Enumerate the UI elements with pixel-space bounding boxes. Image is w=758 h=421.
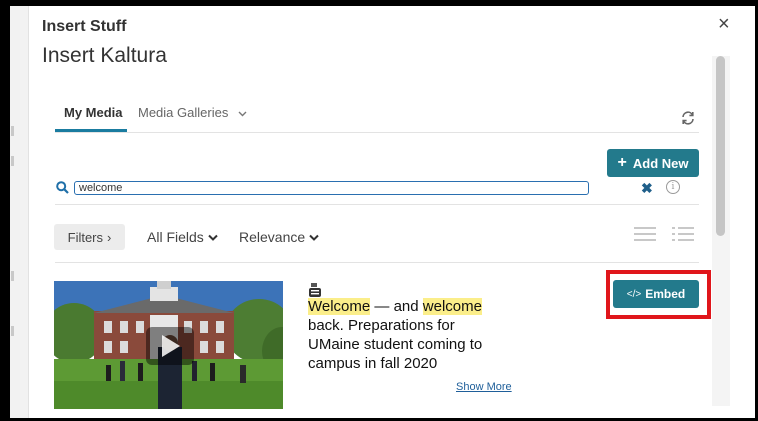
tabs-divider (55, 132, 699, 133)
filters-label: Filters (67, 229, 104, 245)
plus-icon: + (617, 154, 627, 171)
window-top-border (0, 0, 758, 6)
tab-media-galleries-label: Media Galleries (138, 105, 229, 120)
search-fields-label: All Fields (147, 229, 204, 245)
chevron-down-icon (238, 111, 247, 117)
clear-search-button[interactable]: ✖ (641, 180, 653, 197)
tab-my-media[interactable]: My Media (64, 105, 123, 120)
background-mark (11, 156, 14, 166)
youtube-icon (309, 283, 321, 297)
search-highlight: welcome (422, 298, 482, 315)
list-view-icon[interactable] (634, 227, 656, 241)
search-icon (56, 181, 69, 194)
close-button[interactable]: × (718, 14, 730, 34)
add-new-label: Add New (632, 155, 689, 171)
background-page-strip (10, 6, 29, 421)
window-left-border (0, 0, 10, 421)
filters-button[interactable]: Filters › (54, 224, 125, 250)
video-thumbnail[interactable] (54, 281, 283, 409)
code-icon: </> (626, 288, 642, 300)
search-input[interactable] (74, 181, 589, 195)
chevron-right-icon: › (107, 229, 112, 245)
scrollbar-track[interactable] (712, 56, 730, 406)
dialog-subtitle: Insert Kaltura (42, 44, 167, 67)
sort-label: Relevance (239, 229, 306, 245)
chevron-down-icon (309, 234, 319, 241)
search-divider (55, 204, 699, 205)
sort-dropdown[interactable]: Relevance (239, 229, 319, 245)
tab-media-galleries[interactable]: Media Galleries (138, 105, 247, 120)
info-icon[interactable]: i (666, 180, 680, 194)
detail-view-icon[interactable] (672, 226, 694, 242)
entry-title-text: back. Preparations for UMaine student co… (308, 317, 483, 372)
search-fields-dropdown[interactable]: All Fields (147, 229, 218, 245)
entry-title-text: — and (370, 298, 423, 315)
chevron-down-icon (208, 234, 218, 241)
embed-label: Embed (645, 287, 686, 301)
embed-button[interactable]: </> Embed (613, 280, 699, 308)
filters-divider (55, 262, 699, 263)
add-new-button[interactable]: + Add New (607, 149, 699, 177)
show-more-link[interactable]: Show More (456, 381, 512, 393)
entry-title[interactable]: Welcome — and welcome back. Preparations… (308, 297, 508, 373)
dialog-title: Insert Stuff (42, 18, 127, 35)
background-mark (11, 326, 14, 336)
background-mark (11, 271, 14, 281)
scrollbar-thumb[interactable] (716, 56, 725, 236)
refresh-icon[interactable] (680, 110, 696, 126)
search-highlight: Welcome (308, 298, 371, 315)
background-mark (11, 126, 14, 136)
